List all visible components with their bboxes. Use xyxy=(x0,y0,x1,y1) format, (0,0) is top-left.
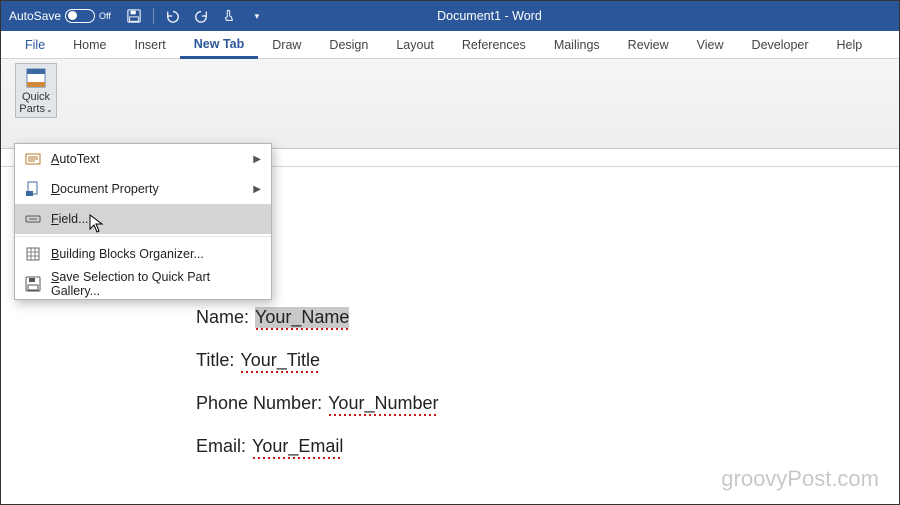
touch-mode-icon[interactable] xyxy=(221,8,237,24)
ribbon-tabs: File Home Insert New Tab Draw Design Lay… xyxy=(1,31,899,59)
tab-file[interactable]: File xyxy=(11,31,59,58)
quick-parts-label-2: Parts xyxy=(19,103,45,115)
submenu-arrow-icon: ▶ xyxy=(253,184,261,195)
tab-references[interactable]: References xyxy=(448,31,540,58)
menu-label-building-blocks: Building Blocks Organizer... xyxy=(51,247,261,261)
submenu-arrow-icon: ▶ xyxy=(253,154,261,165)
building-blocks-icon xyxy=(25,246,41,262)
field-icon xyxy=(25,211,41,227)
menu-label-document-property: Document Property xyxy=(51,182,243,196)
undo-icon[interactable] xyxy=(165,8,181,24)
doc-line-name[interactable]: Name: Your_Name xyxy=(196,307,899,328)
menu-item-save-selection[interactable]: Save Selection to Quick Part Gallery... xyxy=(15,269,271,299)
tab-help[interactable]: Help xyxy=(823,31,877,58)
menu-item-document-property[interactable]: Document Property ▶ xyxy=(15,174,271,204)
menu-item-building-blocks[interactable]: Building Blocks Organizer... xyxy=(15,239,271,269)
tab-layout[interactable]: Layout xyxy=(382,31,448,58)
doc-line-title[interactable]: Title: Your_Title xyxy=(196,350,899,371)
document-title: Document1 - Word xyxy=(268,9,711,23)
quick-parts-label-1: Quick xyxy=(22,91,50,103)
tab-new-tab[interactable]: New Tab xyxy=(180,32,258,59)
menu-label-autotext: AutoText xyxy=(51,152,243,166)
menu-label-save-selection: Save Selection to Quick Part Gallery... xyxy=(51,270,261,298)
menu-label-field: Field... xyxy=(51,212,261,226)
redo-icon[interactable] xyxy=(193,8,209,24)
autosave-label: AutoSave xyxy=(9,9,61,23)
field-label-title: Title: xyxy=(196,350,234,371)
menu-separator xyxy=(15,236,271,237)
quick-parts-menu: AutoText ▶ Document Property ▶ Field... … xyxy=(14,143,272,300)
watermark: groovyPost.com xyxy=(721,466,879,492)
tab-mailings[interactable]: Mailings xyxy=(540,31,614,58)
autotext-icon xyxy=(25,151,41,167)
menu-item-autotext[interactable]: AutoText ▶ xyxy=(15,144,271,174)
field-value-name[interactable]: Your_Name xyxy=(255,307,349,328)
chevron-down-icon: ⌄ xyxy=(46,106,53,115)
field-label-email: Email: xyxy=(196,436,246,457)
document-property-icon xyxy=(25,181,41,197)
field-value-email[interactable]: Your_Email xyxy=(252,436,343,457)
tab-design[interactable]: Design xyxy=(315,31,382,58)
tab-home[interactable]: Home xyxy=(59,31,120,58)
field-label-phone: Phone Number: xyxy=(196,393,322,414)
tab-view[interactable]: View xyxy=(683,31,738,58)
quick-parts-icon xyxy=(25,67,47,89)
save-selection-icon xyxy=(25,276,41,292)
tab-review[interactable]: Review xyxy=(614,31,683,58)
menu-item-field[interactable]: Field... xyxy=(15,204,271,234)
spell-squiggle xyxy=(328,414,438,417)
doc-line-phone[interactable]: Phone Number: Your_Number xyxy=(196,393,899,414)
field-value-phone[interactable]: Your_Number xyxy=(328,393,438,414)
autosave-toggle[interactable]: AutoSave Off xyxy=(9,9,117,23)
field-label-name: Name: xyxy=(196,307,249,328)
save-icon[interactable] xyxy=(126,8,142,24)
spell-squiggle xyxy=(255,328,349,331)
doc-line-email[interactable]: Email: Your_Email xyxy=(196,436,899,457)
toggle-track xyxy=(65,9,95,23)
mouse-cursor-icon xyxy=(89,214,105,234)
spell-squiggle xyxy=(240,371,320,374)
tab-developer[interactable]: Developer xyxy=(738,31,823,58)
customize-qat-icon[interactable]: ▾ xyxy=(249,8,265,24)
field-value-title[interactable]: Your_Title xyxy=(240,350,320,371)
tab-draw[interactable]: Draw xyxy=(258,31,315,58)
ribbon-body: Quick Parts⌄ xyxy=(1,59,899,149)
title-bar: AutoSave Off ▾ Document1 - Word xyxy=(1,1,899,31)
quick-parts-button[interactable]: Quick Parts⌄ xyxy=(15,63,57,118)
autosave-state: Off xyxy=(99,11,117,21)
tab-insert[interactable]: Insert xyxy=(121,31,180,58)
title-bar-left: AutoSave Off ▾ xyxy=(9,8,268,24)
spell-squiggle xyxy=(252,457,343,460)
